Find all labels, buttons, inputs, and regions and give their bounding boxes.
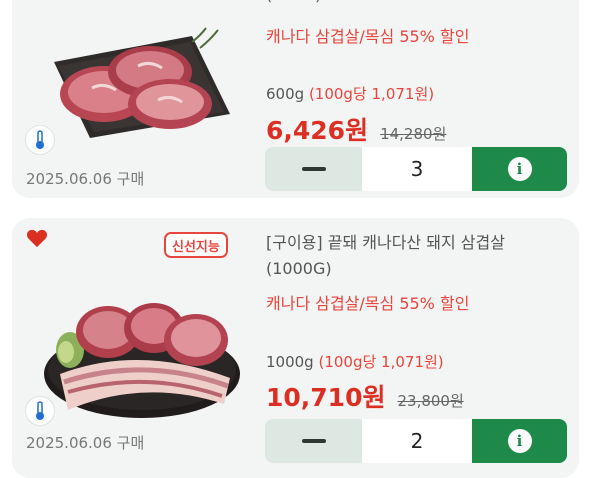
decrease-button[interactable]: [265, 419, 362, 463]
promo-text: 캐나다 삼겹살/목심 55% 할인: [266, 294, 470, 313]
product-image[interactable]: [42, 22, 232, 140]
thermometer-icon[interactable]: [25, 125, 55, 155]
weight-info: 1000g (100g당 1,071원): [266, 351, 444, 372]
info-button[interactable]: i: [472, 147, 567, 191]
product-card[interactable]: 신선지능 2025.06.06 구매 [구이용] 끝돼 캐나다산 돼지 삼겹살 …: [12, 218, 579, 478]
product-image[interactable]: [42, 270, 242, 420]
weight-info: 600g (100g당 1,071원): [266, 83, 434, 104]
quantity-stepper: 3 i: [265, 147, 567, 191]
product-card[interactable]: 2025.06.06 구매 (600G) 캐나다 삼겹살/목심 55% 할인 6…: [12, 0, 579, 198]
sale-price: 10,710원: [266, 383, 386, 412]
info-button[interactable]: i: [472, 419, 567, 463]
quantity-value[interactable]: 2: [362, 419, 472, 463]
unit-price: (100g당 1,071원): [318, 353, 444, 371]
price-row: 10,710원 23,800원: [266, 378, 464, 414]
product-title[interactable]: [구이용] 끝돼 캐나다산 돼지 삼겹살 (1000G): [266, 230, 566, 282]
weight: 600g: [266, 85, 305, 103]
info-icon: i: [507, 429, 532, 453]
promo-text: 캐나다 삼겹살/목심 55% 할인: [266, 27, 470, 46]
product-title[interactable]: (600G): [266, 0, 566, 8]
heart-icon[interactable]: [26, 228, 48, 248]
unit-price: (100g당 1,071원): [308, 85, 435, 103]
quantity-value[interactable]: 3: [362, 147, 472, 191]
minus-icon: [301, 439, 326, 443]
sale-price: 6,426원: [266, 116, 369, 145]
weight: 1000g: [266, 353, 314, 371]
fresh-badge: 신선지능: [164, 232, 228, 258]
price-row: 6,426원 14,280원: [266, 111, 446, 147]
minus-icon: [301, 167, 326, 171]
decrease-button[interactable]: [265, 147, 362, 191]
info-icon: i: [507, 157, 532, 181]
purchase-date: 2025.06.06 구매: [26, 170, 145, 188]
original-price: 14,280원: [380, 125, 447, 143]
quantity-stepper: 2 i: [265, 419, 567, 463]
thermometer-icon[interactable]: [25, 396, 55, 426]
original-price: 23,800원: [397, 392, 464, 410]
